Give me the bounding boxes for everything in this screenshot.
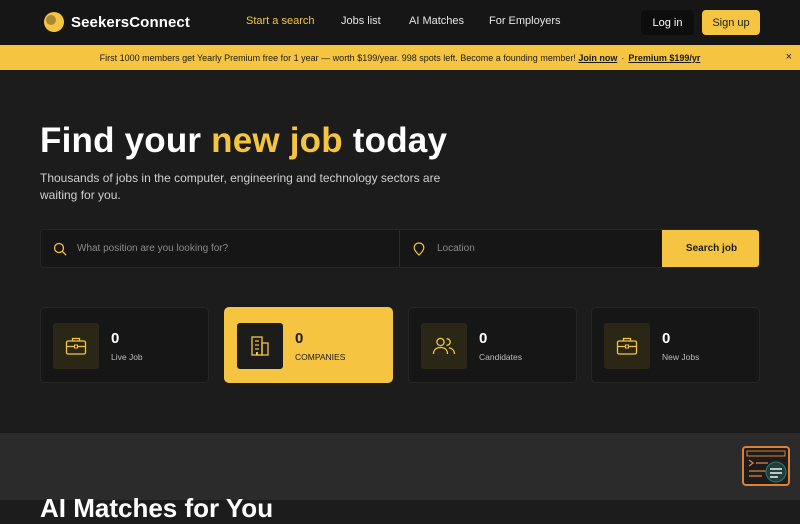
- stat-label: New Jobs: [662, 352, 700, 362]
- chat-widget-button[interactable]: [742, 446, 790, 486]
- hero-title-end: today: [342, 121, 448, 160]
- stat-label: COMPANIES: [295, 352, 346, 362]
- nav-start-search[interactable]: Start a search: [246, 15, 314, 27]
- nav-for-employers[interactable]: For Employers: [489, 15, 561, 27]
- briefcase-icon: [604, 323, 650, 369]
- position-input[interactable]: [77, 243, 393, 254]
- signup-button[interactable]: Sign up: [702, 10, 760, 35]
- nav-ai-matches[interactable]: AI Matches: [409, 15, 464, 27]
- stat-value: 0: [295, 330, 304, 347]
- job-search-bar: Search job: [40, 229, 760, 268]
- stat-card-companies[interactable]: 0 COMPANIES: [224, 307, 393, 383]
- join-now-link[interactable]: Join now: [578, 53, 617, 63]
- brand-logo[interactable]: SeekersConnect: [44, 12, 190, 32]
- users-icon: [421, 323, 467, 369]
- location-field: [413, 230, 653, 267]
- stat-value: 0: [111, 330, 120, 347]
- stat-card-new-jobs[interactable]: 0 New Jobs: [591, 307, 760, 383]
- search-job-button[interactable]: Search job: [662, 230, 759, 267]
- nav-jobs-list[interactable]: Jobs list: [341, 15, 381, 27]
- stat-label: Live Job: [111, 352, 143, 362]
- search-icon: [53, 242, 67, 255]
- chat-icon: [746, 450, 787, 483]
- stat-card-candidates[interactable]: 0 Candidates: [408, 307, 577, 383]
- close-icon[interactable]: ×: [786, 51, 792, 63]
- hero-title-start: Find your: [40, 121, 212, 160]
- stat-card-live-jobs[interactable]: 0 Live Job: [40, 307, 209, 383]
- hero-subtitle: Thousands of jobs in the computer, engin…: [40, 171, 441, 202]
- briefcase-icon: [53, 323, 99, 369]
- banner-separator: ·: [621, 52, 625, 63]
- login-button[interactable]: Log in: [641, 10, 694, 35]
- banner-text: First 1000 members get Yearly Premium fr…: [99, 52, 576, 63]
- stat-label: Candidates: [479, 352, 523, 362]
- hero-title: Find your new job today: [40, 121, 447, 161]
- ai-matches-section: [0, 433, 800, 500]
- promo-banner: First 1000 members get Yearly Premium fr…: [0, 45, 800, 70]
- building-icon: [237, 323, 283, 369]
- hero-title-accent: new job: [211, 121, 343, 160]
- ai-matches-title: AI Matches for You: [40, 493, 274, 523]
- stat-value: 0: [662, 330, 671, 347]
- top-nav: SeekersConnect Start a search Jobs list …: [0, 0, 800, 45]
- premium-link[interactable]: Premium $199/yr: [628, 53, 700, 63]
- stat-value: 0: [479, 330, 488, 347]
- brand-name: SeekersConnect: [71, 13, 190, 31]
- location-pin-icon: [413, 241, 425, 256]
- position-field: [53, 230, 393, 267]
- logo-icon: [44, 12, 64, 32]
- location-input[interactable]: [437, 243, 653, 254]
- search-divider: [399, 230, 400, 267]
